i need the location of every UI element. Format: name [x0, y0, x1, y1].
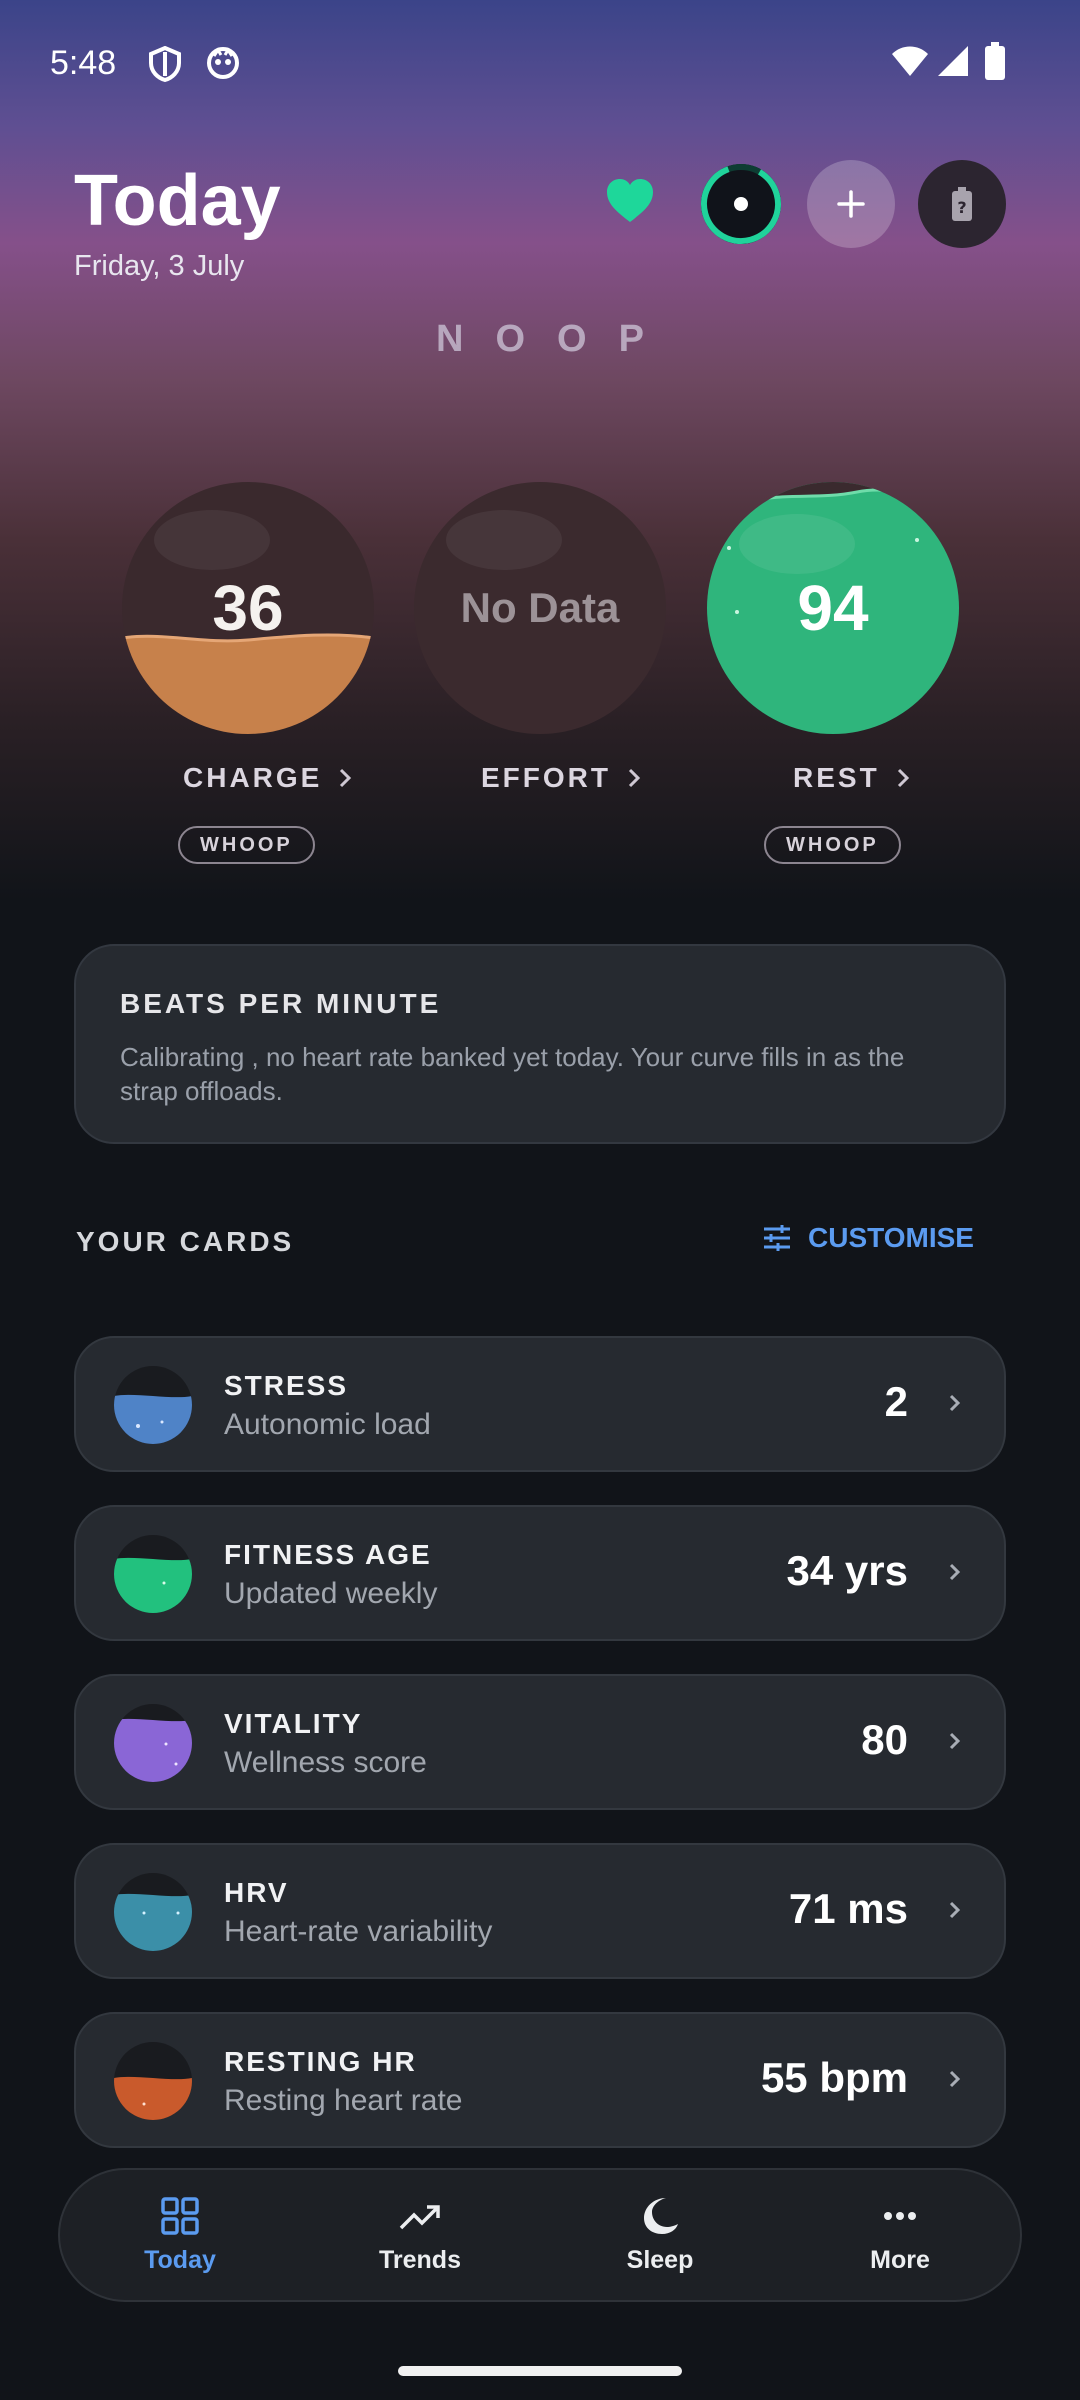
add-button[interactable]: [807, 160, 895, 248]
trend-icon: [399, 2204, 440, 2229]
rest-label-link[interactable]: REST: [793, 762, 910, 794]
effort-label: EFFORT: [481, 762, 611, 793]
card-subtitle: Wellness score: [224, 1746, 427, 1779]
card-stress[interactable]: STRESS Autonomic load 2: [74, 1336, 1006, 1472]
card-subtitle: Heart-rate variability: [224, 1915, 493, 1948]
card-subtitle: Resting heart rate: [224, 2084, 463, 2117]
nav-more-label: More: [870, 2245, 930, 2274]
charge-orb[interactable]: 36: [122, 482, 374, 734]
status-bar: 5:48: [0, 0, 1080, 130]
rest-value: 94: [797, 572, 869, 644]
more-icon: [884, 2211, 916, 2220]
card-subtitle: Updated weekly: [224, 1577, 438, 1610]
page-date: Friday, 3 July: [74, 250, 245, 282]
card-hrv[interactable]: HRV Heart-rate variability 71 ms: [74, 1843, 1006, 1979]
card-value: 80: [861, 1716, 908, 1763]
bpm-card[interactable]: BEATS PER MINUTE Calibrating , no heart …: [74, 944, 1006, 1144]
chevron-right-icon: [949, 2070, 961, 2088]
charge-label-link[interactable]: CHARGE: [183, 762, 352, 794]
card-title: STRESS: [224, 1370, 349, 1401]
card-value: 55 bpm: [760, 2054, 908, 2101]
nav-trends[interactable]: Trends: [300, 2170, 540, 2300]
chevron-right-icon: [628, 768, 641, 788]
customise-button[interactable]: CUSTOMISE: [762, 1222, 974, 1254]
nav-more[interactable]: More: [780, 2170, 1020, 2300]
rest-orb[interactable]: 94: [707, 482, 959, 734]
card-title: RESTING HR: [224, 2046, 417, 2077]
charge-value: 36: [212, 572, 284, 644]
chevron-right-icon: [949, 1901, 961, 1919]
bottom-nav: Today Trends Sleep More: [58, 2168, 1022, 2302]
battery-icon: [985, 42, 1005, 80]
chevron-right-icon: [949, 1563, 961, 1581]
svg-text:?: ?: [957, 198, 966, 217]
stress-orb-icon: [114, 1366, 192, 1444]
nav-sleep[interactable]: Sleep: [540, 2170, 780, 2300]
battery-unknown-icon: ?: [952, 187, 972, 221]
card-resting-hr[interactable]: RESTING HR Resting heart rate 55 bpm: [74, 2012, 1006, 2148]
cell-signal-icon: [938, 46, 968, 76]
nav-today-label: Today: [144, 2245, 216, 2274]
rest-source-badge: WHOOP: [764, 826, 901, 864]
chevron-right-icon: [897, 768, 909, 788]
app-notification-icon: [207, 47, 239, 79]
plus-icon: [837, 190, 865, 218]
nav-trends-label: Trends: [379, 2245, 461, 2274]
effort-orb[interactable]: No Data: [414, 482, 666, 734]
grid-icon: [161, 2196, 199, 2235]
activity-ring-icon[interactable]: [697, 160, 785, 248]
effort-value: No Data: [460, 584, 620, 631]
charge-source-badge: WHOOP: [178, 826, 315, 864]
effort-label-link[interactable]: EFFORT: [481, 762, 641, 794]
card-title: HRV: [224, 1877, 289, 1908]
wifi-icon: [892, 46, 928, 76]
chevron-right-icon: [949, 1732, 961, 1750]
card-title: VITALITY: [224, 1708, 363, 1739]
your-cards-heading: YOUR CARDS: [76, 1226, 295, 1257]
bpm-card-text: Calibrating , no heart rate banked yet t…: [120, 1042, 905, 1106]
card-value: 71 ms: [788, 1885, 908, 1932]
card-vitality[interactable]: VITALITY Wellness score 80: [74, 1674, 1006, 1810]
heart-icon[interactable]: [605, 178, 655, 224]
shield-icon: [149, 46, 181, 82]
brand-wordmark: NOOP: [436, 318, 676, 360]
customise-label: CUSTOMISE: [808, 1222, 974, 1253]
vitality-orb-icon: [114, 1704, 192, 1782]
charge-label: CHARGE: [183, 762, 323, 793]
bpm-card-title: BEATS PER MINUTE: [120, 988, 442, 1019]
card-value: 2: [884, 1378, 908, 1425]
home-indicator[interactable]: [398, 2366, 682, 2376]
device-battery-button[interactable]: ?: [918, 160, 1006, 248]
resting-hr-orb-icon: [114, 2042, 192, 2120]
card-title: FITNESS AGE: [224, 1539, 432, 1570]
card-value: 34 yrs: [786, 1547, 908, 1594]
nav-today[interactable]: Today: [60, 2170, 300, 2300]
tune-icon: [764, 1225, 790, 1251]
card-subtitle: Autonomic load: [224, 1408, 431, 1441]
chevron-right-icon: [340, 768, 352, 788]
page-title: Today: [74, 161, 281, 241]
hrv-orb-icon: [114, 1873, 192, 1951]
nav-sleep-label: Sleep: [626, 2245, 694, 2274]
fitness-age-orb-icon: [114, 1535, 192, 1613]
moon-icon: [644, 2197, 678, 2234]
card-fitness-age[interactable]: FITNESS AGE Updated weekly 34 yrs: [74, 1505, 1006, 1641]
chevron-right-icon: [949, 1394, 961, 1412]
status-time: 5:48: [50, 44, 117, 82]
rest-label: REST: [793, 762, 880, 793]
